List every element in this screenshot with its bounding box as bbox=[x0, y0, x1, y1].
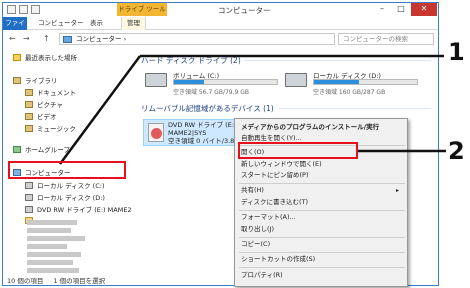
hard-disk-icon bbox=[145, 73, 167, 87]
tab-manage[interactable]: 管理 bbox=[121, 17, 146, 30]
menu-item-create-shortcut[interactable]: ショートカットの作成(S) bbox=[235, 254, 407, 265]
dvd-drive-icon bbox=[25, 206, 33, 213]
computer-icon bbox=[63, 36, 72, 43]
ribbon-tabs: ファイル コンピューター 表示 管理 bbox=[3, 16, 438, 40]
back-button[interactable]: ← bbox=[9, 34, 16, 43]
address-path: コンピューター › bbox=[76, 35, 127, 43]
drive-d-tile[interactable]: ローカル ディスク (D:) 空き領域 160 GB/287 GB bbox=[283, 69, 421, 96]
search-input[interactable]: コンピューターの検索 bbox=[338, 33, 434, 45]
blurred-item bbox=[27, 268, 79, 273]
dvd-drive-icon bbox=[148, 123, 164, 142]
usage-bar-fill bbox=[174, 80, 204, 84]
usage-bar bbox=[173, 79, 278, 85]
callout-2: 2 bbox=[448, 137, 465, 165]
menu-item-eject[interactable]: 取り出し(J) bbox=[235, 224, 407, 235]
menu-item-properties[interactable]: プロパティ(R) bbox=[235, 270, 407, 281]
highlight-computer bbox=[8, 161, 126, 179]
nav-music[interactable]: ミュージック bbox=[25, 124, 76, 134]
nav-recent-places[interactable]: 最近表示した場所 bbox=[13, 53, 77, 63]
tab-view[interactable]: 表示 bbox=[85, 17, 108, 30]
hdd-group-header[interactable]: ハード ディスク ドライブ (2) bbox=[141, 55, 241, 66]
music-icon bbox=[25, 125, 33, 132]
blurred-item bbox=[27, 228, 71, 233]
new-folder-icon[interactable] bbox=[31, 5, 40, 14]
forward-button[interactable]: → bbox=[23, 34, 30, 43]
blurred-item bbox=[27, 220, 77, 225]
nav-drive-e[interactable]: DVD RW ドライブ (E:) MAME2 bbox=[25, 205, 132, 215]
blurred-item bbox=[27, 252, 81, 257]
nav-homegroup[interactable]: ホームグループ bbox=[13, 145, 70, 155]
menu-item-install-run[interactable]: メディアからのプログラムのインストール/実行 bbox=[235, 122, 407, 133]
blurred-item bbox=[27, 260, 73, 265]
app-icon[interactable] bbox=[7, 5, 16, 14]
menu-item-burn[interactable]: ディスクに書き込む(T) bbox=[235, 197, 407, 208]
hard-disk-icon bbox=[285, 73, 307, 87]
item-count: 10 個の項目 bbox=[7, 277, 44, 285]
address-bar[interactable]: コンピューター › bbox=[59, 33, 335, 45]
submenu-arrow-icon: ▸ bbox=[395, 187, 399, 194]
group-divider bbox=[279, 108, 431, 109]
menu-separator bbox=[239, 267, 405, 268]
disk-icon bbox=[25, 182, 33, 189]
free-space: 空き領域 56.7 GB/79.9 GB bbox=[173, 89, 249, 96]
up-button[interactable]: ↑ bbox=[43, 34, 50, 43]
menu-item-share[interactable]: 共有(H) ▸ bbox=[235, 185, 407, 196]
address-row: ← → ↑ コンピューター › コンピューターの検索 bbox=[3, 31, 438, 47]
menu-separator bbox=[239, 183, 405, 184]
tab-file[interactable]: ファイル bbox=[3, 17, 27, 40]
nav-pictures[interactable]: ピクチャ bbox=[25, 100, 63, 110]
nav-libraries[interactable]: ライブラリ bbox=[13, 76, 58, 86]
maximize-button[interactable]: □ bbox=[392, 3, 410, 16]
drive-c-tile[interactable]: ボリューム (C:) 空き領域 56.7 GB/79.9 GB bbox=[143, 69, 281, 96]
homegroup-icon bbox=[13, 146, 21, 153]
selected-count: 1 個の項目を選択 bbox=[53, 277, 106, 285]
menu-item-open-new-window[interactable]: 新しいウィンドウで開く(E) bbox=[235, 159, 407, 170]
menu-item-format[interactable]: フォーマット(A)... bbox=[235, 212, 407, 223]
menu-separator bbox=[239, 210, 405, 211]
window-title: コンピューター bbox=[218, 6, 271, 15]
highlight-open bbox=[238, 142, 358, 159]
drive-tools-contextual-tab: ドライブ ツール bbox=[117, 3, 167, 16]
dvd-drive-tile[interactable]: DVD RW ドライブ (E:) MAME2|SYS 空き領域 0 バイト/3.… bbox=[143, 119, 250, 146]
nav-drive-d[interactable]: ローカル ディスク (D:) bbox=[25, 193, 105, 203]
blurred-item bbox=[27, 244, 67, 249]
title-bar: ドライブ ツール コンピューター – □ ✕ bbox=[3, 3, 438, 16]
close-button[interactable]: ✕ bbox=[411, 3, 437, 16]
group-divider bbox=[245, 60, 431, 61]
nav-drive-c[interactable]: ローカル ディスク (C:) bbox=[25, 181, 104, 191]
recent-places-icon bbox=[13, 54, 21, 61]
menu-item-pin-to-start[interactable]: スタートにピン留め(P) bbox=[235, 170, 407, 181]
menu-item-copy[interactable]: コピー(C) bbox=[235, 239, 407, 250]
blurred-item bbox=[27, 236, 85, 241]
nav-videos[interactable]: ビデオ bbox=[25, 112, 57, 122]
menu-separator bbox=[239, 252, 405, 253]
minimize-button[interactable]: – bbox=[373, 3, 391, 16]
usage-bar-fill bbox=[314, 80, 360, 84]
menu-separator bbox=[239, 237, 405, 238]
documents-icon bbox=[25, 89, 33, 96]
usage-bar bbox=[313, 79, 418, 85]
properties-icon[interactable] bbox=[19, 5, 28, 14]
removable-group-header[interactable]: リムーバブル記憶域があるデバイス (1) bbox=[141, 103, 274, 114]
callout-1: 1 bbox=[448, 38, 465, 66]
free-space: 空き領域 160 GB/287 GB bbox=[313, 89, 386, 96]
videos-icon bbox=[25, 113, 33, 120]
tab-computer[interactable]: コンピューター bbox=[33, 17, 89, 30]
libraries-icon bbox=[13, 77, 21, 84]
disk-icon bbox=[25, 194, 33, 201]
nav-documents[interactable]: ドキュメント bbox=[25, 88, 76, 98]
pictures-icon bbox=[25, 101, 33, 108]
